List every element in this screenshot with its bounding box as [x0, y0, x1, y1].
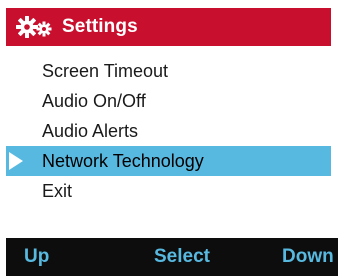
- selection-arrow-icon: [9, 152, 23, 170]
- softkey-bar: Up Select Down: [6, 238, 338, 276]
- gears-icon: [16, 13, 52, 41]
- page-title: Settings: [62, 16, 138, 37]
- menu-item-label: Network Technology: [42, 150, 204, 171]
- title-bar: Settings: [6, 8, 331, 46]
- menu-item-audio-alerts[interactable]: Audio Alerts: [6, 116, 331, 146]
- down-softkey[interactable]: Down: [282, 238, 334, 276]
- menu-item-label: Audio On/Off: [42, 90, 146, 111]
- menu-item-label: Exit: [42, 180, 73, 201]
- menu-item-network-technology[interactable]: Network Technology: [6, 146, 331, 176]
- menu-item-label: Screen Timeout: [42, 60, 169, 81]
- menu-item-audio-on-off[interactable]: Audio On/Off: [6, 86, 331, 116]
- settings-menu: Screen Timeout Audio On/Off Audio Alerts…: [6, 56, 331, 206]
- menu-item-screen-timeout[interactable]: Screen Timeout: [6, 56, 331, 86]
- menu-item-label: Audio Alerts: [42, 120, 139, 141]
- up-softkey[interactable]: Up: [24, 238, 49, 276]
- device-screen: Settings Screen Timeout Audio On/Off Aud…: [0, 0, 338, 276]
- menu-item-exit[interactable]: Exit: [6, 176, 331, 206]
- select-softkey[interactable]: Select: [154, 238, 210, 276]
